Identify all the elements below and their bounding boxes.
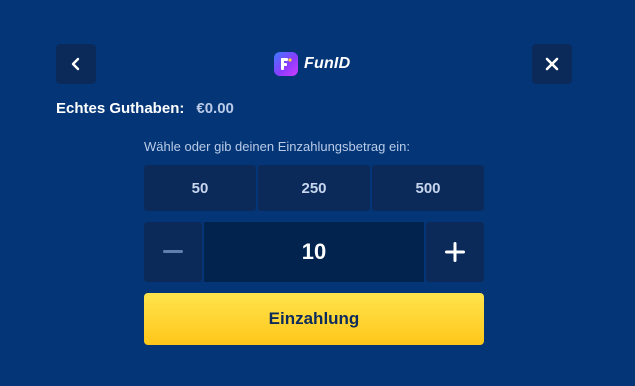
preset-button-250[interactable]: 250 — [258, 165, 370, 211]
preset-amounts: 50 250 500 — [144, 165, 484, 211]
preset-button-50[interactable]: 50 — [144, 165, 256, 211]
decrement-button[interactable] — [144, 222, 202, 282]
preset-button-500[interactable]: 500 — [372, 165, 484, 211]
chevron-left-icon — [71, 57, 80, 71]
back-button[interactable] — [56, 44, 96, 84]
plus-icon — [445, 242, 465, 262]
brand: FunID — [274, 51, 350, 77]
close-icon — [545, 57, 559, 71]
minus-icon — [163, 250, 183, 253]
deposit-dialog: FunID Echtes Guthaben: €0.00 Wähle oder … — [0, 0, 635, 386]
funid-logo-icon — [274, 52, 298, 76]
amount-stepper: 10 — [144, 222, 484, 282]
amount-input[interactable]: 10 — [204, 222, 424, 282]
deposit-button[interactable]: Einzahlung — [144, 293, 484, 345]
balance-row: Echtes Guthaben: €0.00 — [56, 100, 234, 117]
close-button[interactable] — [532, 44, 572, 84]
brand-name: FunID — [304, 55, 351, 72]
increment-button[interactable] — [426, 222, 484, 282]
balance-value: €0.00 — [196, 100, 234, 117]
deposit-prompt: Wähle oder gib deinen Einzahlungsbetrag … — [144, 139, 410, 154]
balance-label: Echtes Guthaben: — [56, 100, 185, 117]
